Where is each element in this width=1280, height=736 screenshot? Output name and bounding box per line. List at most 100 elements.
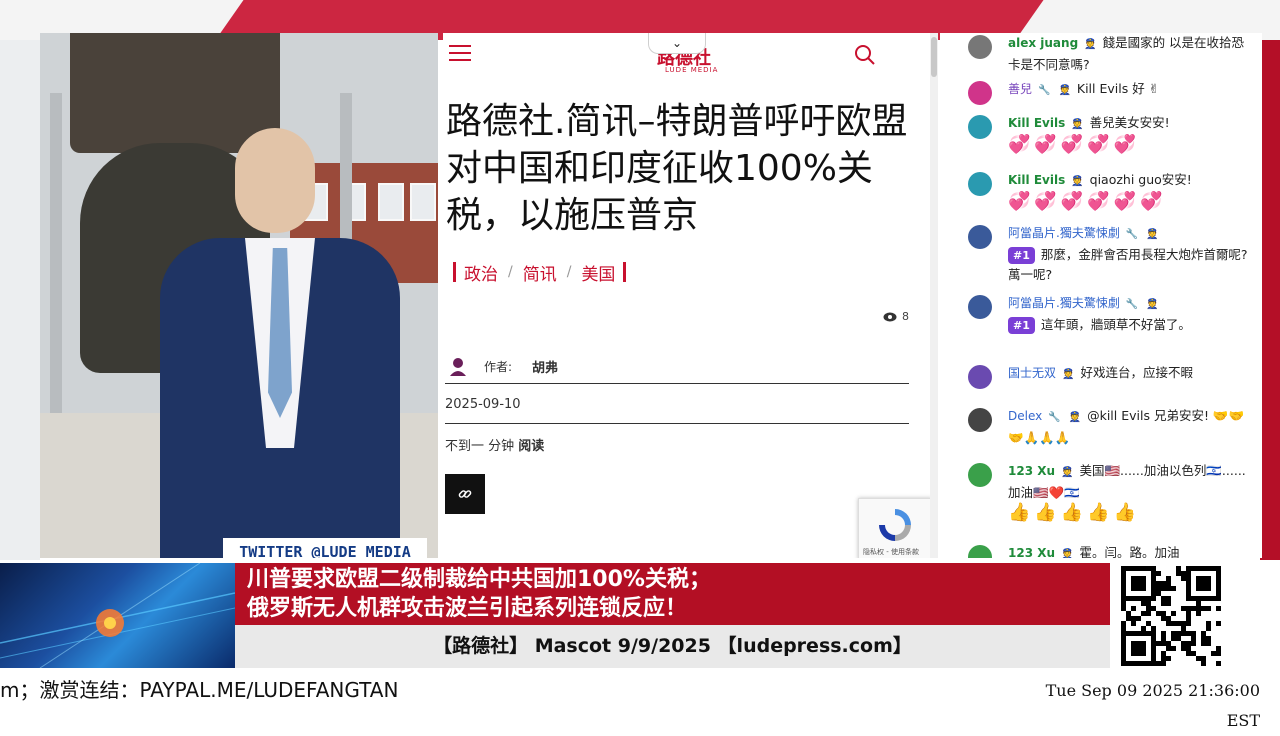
avatar — [968, 172, 992, 196]
drone-swarm-graphic — [0, 563, 235, 668]
qr-code — [1113, 563, 1280, 668]
qr-code-graphic — [1121, 566, 1221, 666]
search-icon[interactable] — [853, 43, 877, 67]
recaptcha-badge[interactable]: 隐私权 - 使用条款 — [858, 498, 930, 558]
chat-message: 善兒 🔧 👮 Kill Evils 好 ✌ — [968, 79, 1248, 105]
chat-message: 国士无双 👮 好戏连台，应接不暇 — [968, 363, 1248, 389]
avatar — [968, 408, 992, 432]
chat-username[interactable]: Delex — [1008, 409, 1042, 423]
chat-username[interactable]: 国士无双 — [1008, 366, 1056, 380]
read-time-suffix: 阅读 — [518, 439, 545, 454]
chat-text: 善兒美女安安! — [1089, 115, 1170, 130]
avatar — [968, 463, 992, 487]
category-brief[interactable]: 简讯 — [523, 260, 557, 285]
scroll-thumb[interactable] — [931, 37, 937, 77]
divider — [445, 383, 909, 384]
avatar — [968, 225, 992, 249]
publish-date: 2025-09-10 — [445, 397, 521, 412]
read-time-prefix: 不到一 分钟 — [445, 439, 515, 454]
avatar — [968, 35, 992, 59]
chat-text: 好戏连台，应接不暇 — [1080, 365, 1193, 380]
building-window — [378, 183, 404, 221]
emoji-row: 👍👍👍👍👍 — [1008, 502, 1141, 523]
category-usa[interactable]: 美国 — [581, 260, 615, 285]
moderator-badge-icon: 👮 — [1146, 229, 1159, 240]
rank-badge: #1 — [1008, 317, 1035, 334]
moderator-badge-icon: 👮 — [1061, 549, 1074, 558]
emoji-row: 💞💞💞💞💞💞 — [1008, 191, 1167, 212]
category-politics[interactable]: 政治 — [464, 260, 498, 285]
avatar — [968, 115, 992, 139]
chat-username[interactable]: 123 Xu — [1008, 546, 1055, 558]
recaptcha-links[interactable]: 隐私权 - 使用条款 — [863, 547, 919, 557]
category-separator: / — [566, 264, 572, 280]
clock: Tue Sep 09 2025 21:36:00 EST — [1045, 681, 1260, 730]
chat-message: 阿當晶片.獨夫驚悚劇 🔧 👮 #1 這年頭，牆頭草不好當了。 — [968, 293, 1248, 335]
presenter-head — [235, 128, 315, 233]
copy-link-button[interactable] — [445, 474, 485, 514]
headline-line-1: 川普要求欧盟二级制裁给中共国加100%关税； — [247, 567, 711, 592]
headline-banner: 川普要求欧盟二级制裁给中共国加100%关税； 俄罗斯无人机群攻击波兰引起系列连锁… — [235, 563, 1110, 625]
building-window — [410, 183, 436, 221]
chat-username[interactable]: Kill Evils — [1008, 116, 1065, 130]
wrench-icon: 🔧 — [1048, 412, 1061, 423]
chat-username[interactable]: alex juang — [1008, 36, 1078, 50]
lower-third: 川普要求欧盟二级制裁给中共国加100%关税； 俄罗斯无人机群攻击波兰引起系列连锁… — [0, 563, 1280, 668]
moderator-badge-icon: 👮 — [1068, 412, 1082, 423]
show-subline: 【路德社】 Mascot 9/9/2025 【ludepress.com】 — [235, 625, 1110, 668]
user-icon — [450, 358, 466, 376]
moderator-badge-icon: 👮 — [1071, 119, 1084, 130]
chat-text: 這年頭，牆頭草不好當了。 — [1040, 317, 1191, 332]
chat-message: Kill Evils 👮 qiaozhi guo安安! 💞💞💞💞💞💞 — [968, 170, 1248, 212]
video-feed: TWITTER @LUDE_MEDIA — [40, 33, 438, 558]
chat-text: 那麼，金胖會否用長程大炮炸首爾呢? 萬一呢? — [1008, 247, 1248, 282]
view-count-value: 8 — [902, 310, 909, 323]
moderator-badge-icon: 👮 — [1062, 369, 1075, 380]
wrench-icon: 🔧 — [1125, 229, 1139, 240]
category-bar — [623, 262, 627, 282]
chat-username[interactable]: 123 Xu — [1008, 464, 1055, 478]
divider — [445, 423, 909, 424]
chat-username[interactable]: Kill Evils — [1008, 173, 1065, 187]
recaptcha-icon — [879, 509, 911, 541]
site-logo-subtitle: LUDE MEDIA — [665, 66, 719, 74]
moderator-badge-icon: 👮 — [1071, 176, 1084, 187]
view-count: 8 — [883, 310, 909, 323]
chat-username[interactable]: 阿當晶片.獨夫驚悚劇 — [1008, 226, 1120, 240]
headline-line-2: 俄罗斯无人机群攻击波兰引起系列连锁反应！ — [247, 596, 688, 621]
donation-ticker: m；激赏连结：PAYPAL.ME/LUDEFANGTAN — [0, 678, 399, 702]
chat-message: 123 Xu 👮 美国🇺🇸......加油以色列🇮🇱......加油🇺🇸❤️🇮🇱… — [968, 461, 1248, 523]
chat-text: @kill Evils 兄弟安安! 🤝🤝🤝🙏🙏🙏 — [1008, 408, 1245, 445]
article-scrollbar[interactable] — [930, 33, 938, 558]
category-list: 政治 / 简讯 / 美国 — [445, 259, 634, 285]
chat-message: Kill Evils 👮 善兒美女安安! 💞💞💞💞💞 — [968, 113, 1248, 155]
bell-yoke — [70, 33, 280, 153]
moderator-badge-icon: 👮 — [1061, 467, 1074, 478]
moderator-badge-icon: 👮 — [1084, 39, 1097, 50]
menu-icon[interactable] — [449, 45, 471, 63]
chat-username[interactable]: 善兒 — [1008, 82, 1032, 96]
author-label: 作者: — [484, 359, 513, 374]
eye-icon — [883, 312, 897, 321]
moderator-badge-icon: 👮 — [1058, 85, 1071, 96]
author-name[interactable]: 胡弗 — [532, 357, 558, 376]
twitter-handle-tag: TWITTER @LUDE_MEDIA — [223, 538, 427, 558]
category-bar — [453, 262, 456, 282]
chat-text: 霍。闫。路。加油 — [1079, 545, 1180, 558]
wrench-icon: 🔧 — [1038, 85, 1051, 96]
article-title: 路德社.简讯–特朗普呼吁欧盟对中国和印度征收100%关税，以施压普京 — [446, 101, 908, 236]
chevron-down-icon[interactable]: ⌄ — [648, 33, 706, 54]
chat-text: qiaozhi guo安安! — [1089, 172, 1192, 187]
news-thumbnail — [0, 563, 235, 668]
category-separator: / — [508, 264, 513, 280]
article-header: 路德社 LUDE MEDIA ⌄ — [443, 33, 930, 83]
chat-username[interactable]: 阿當晶片.獨夫驚悚劇 — [1008, 296, 1120, 310]
moderator-badge-icon: 👮 — [1146, 299, 1159, 310]
chat-message: 123 Xu 👮 霍。闫。路。加油 — [968, 543, 1248, 558]
rank-badge: #1 — [1008, 247, 1035, 264]
background-right — [1260, 40, 1280, 560]
article-panel: 路德社 LUDE MEDIA ⌄ 路德社.简讯–特朗普呼吁欧盟对中国和印度征收1… — [443, 33, 930, 558]
read-time: 不到一 分钟 阅读 — [445, 435, 544, 454]
background-left — [0, 40, 40, 560]
chat-message: alex juang 👮 餞是國家的 以是在收拾恐 卡是不同意嗎? — [968, 33, 1248, 75]
